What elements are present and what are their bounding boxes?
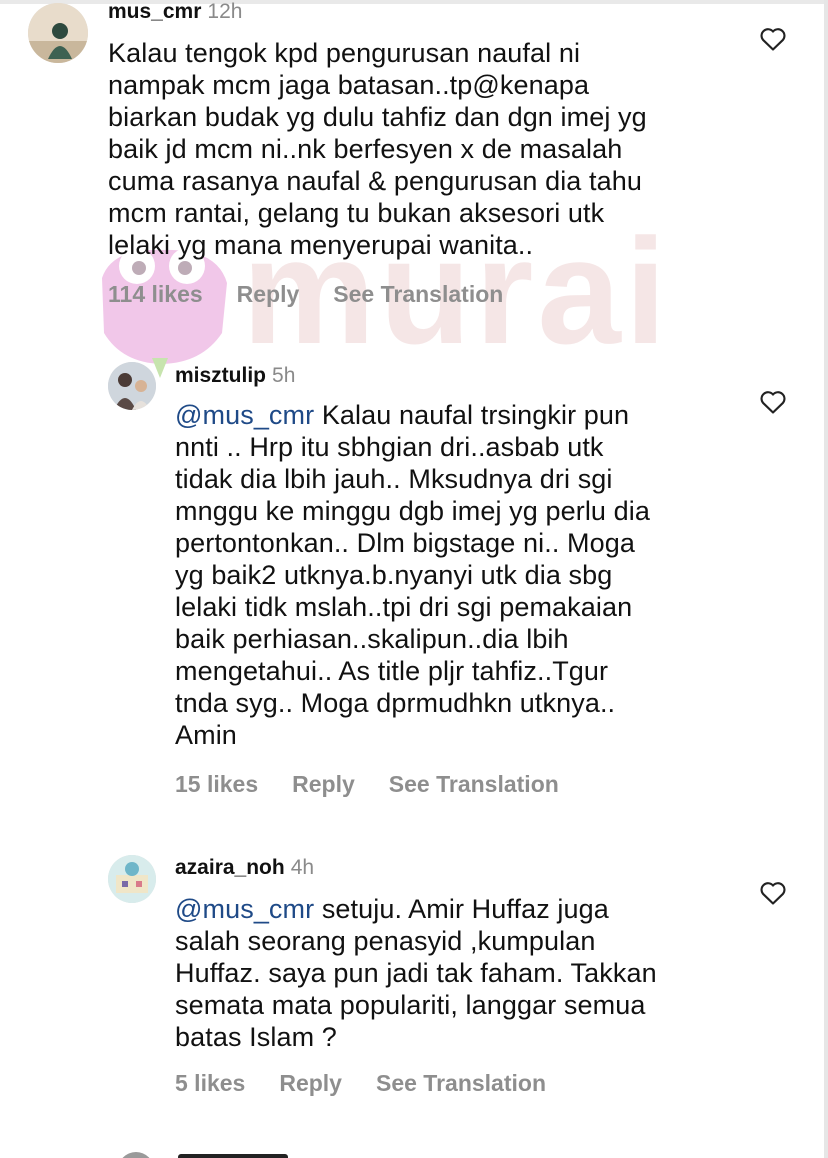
avatar xyxy=(118,1152,154,1158)
comment-body: Kalau naufal trsingkir pun nnti .. Hrp i… xyxy=(175,400,650,750)
timestamp: 4h xyxy=(290,856,315,879)
likes-count[interactable]: 15 likes xyxy=(175,771,258,797)
mention-link[interactable]: @mus_cmr xyxy=(175,894,314,924)
likes-count[interactable]: 114 likes xyxy=(108,281,203,307)
see-translation-button[interactable]: See Translation xyxy=(389,771,559,797)
avatar[interactable] xyxy=(108,855,156,903)
comment-header: azaira_noh 4h xyxy=(175,856,314,880)
comment-text: Kalau tengok kpd pengurusan naufal ni na… xyxy=(108,37,728,261)
username[interactable]: misztulip xyxy=(175,364,266,387)
avatar[interactable] xyxy=(108,362,156,410)
comment-actions: 15 likes Reply See Translation xyxy=(175,771,593,798)
heart-icon[interactable] xyxy=(759,389,787,415)
comment-header: mus_cmr 12h xyxy=(108,0,242,24)
comment-body: Kalau tengok kpd pengurusan naufal ni na… xyxy=(108,38,647,260)
username-peek xyxy=(178,1154,288,1158)
heart-icon[interactable] xyxy=(759,26,787,52)
avatar[interactable] xyxy=(28,3,88,63)
mention-link[interactable]: @mus_cmr xyxy=(175,400,314,430)
comment-text: @mus_cmr setuju. Amir Huffaz juga salah … xyxy=(175,893,735,1053)
next-comment-peek xyxy=(118,1150,308,1158)
timestamp: 5h xyxy=(272,364,296,387)
reply-button[interactable]: Reply xyxy=(237,281,300,307)
see-translation-button[interactable]: See Translation xyxy=(333,281,503,307)
right-edge xyxy=(824,0,828,1158)
username[interactable]: azaira_noh xyxy=(175,856,285,879)
reply-button[interactable]: Reply xyxy=(292,771,355,797)
comment-header: misztulip 5h xyxy=(175,364,295,388)
likes-count[interactable]: 5 likes xyxy=(175,1070,245,1096)
heart-icon[interactable] xyxy=(759,880,787,906)
timestamp: 12h xyxy=(207,0,243,23)
comment-actions: 114 likes Reply See Translation xyxy=(108,281,537,308)
username[interactable]: mus_cmr xyxy=(108,0,201,23)
reply-button[interactable]: Reply xyxy=(279,1070,342,1096)
comment-text: @mus_cmr Kalau naufal trsingkir pun nnti… xyxy=(175,399,735,751)
comment-actions: 5 likes Reply See Translation xyxy=(175,1070,580,1097)
see-translation-button[interactable]: See Translation xyxy=(376,1070,546,1096)
